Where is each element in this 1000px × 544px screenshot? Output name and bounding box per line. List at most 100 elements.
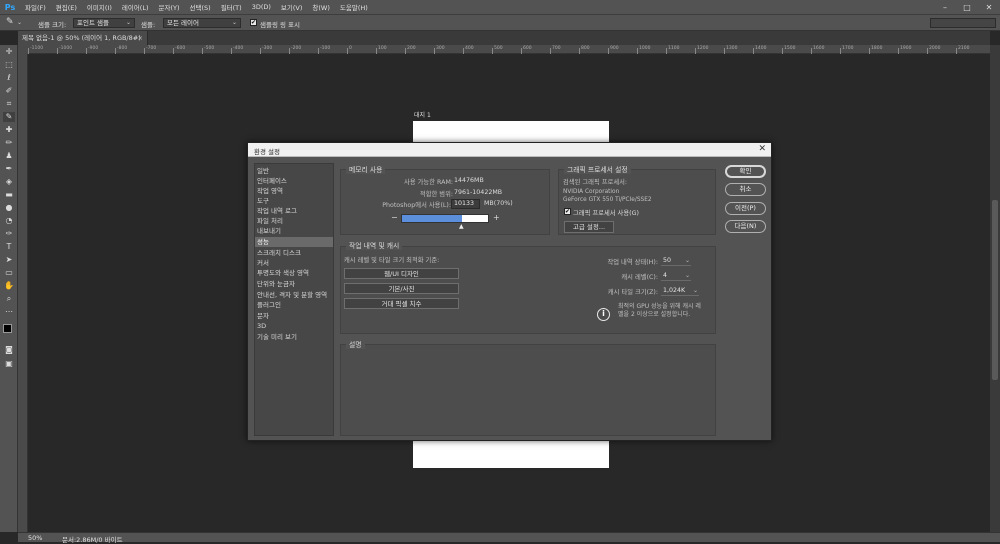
preferences-dialog: 환경 설정 ✕ 일반 인터페이스 작업 영역 도구 작업 내역 로그 파일 처리… [247,142,772,441]
eyedropper-tool-icon[interactable]: ✎ [3,112,15,122]
screen-mode-icon[interactable]: ▣ [3,359,15,369]
show-ring-checkbox[interactable]: ✔ [250,19,257,26]
menu-type[interactable]: 문자(Y) [154,2,185,12]
document-tab-title: 제목 없음-1 @ 50% (레이어 1, RGB/8#) [22,34,141,42]
menu-window[interactable]: 창(W) [307,2,334,12]
menu-edit[interactable]: 편집(E) [51,2,82,12]
advanced-settings-button[interactable]: 고급 설정... [564,221,614,233]
cancel-button[interactable]: 취소 [725,183,766,196]
nav-item-interface[interactable]: 인터페이스 [255,176,333,186]
ruler-tick-label: 800 [581,46,590,51]
next-button[interactable]: 다음(N) [725,220,766,233]
nav-item-history-log[interactable]: 작업 내역 로그 [255,206,333,216]
web-ui-design-button[interactable]: 웹/UI 디자인 [344,268,459,279]
restore-button[interactable]: □ [957,0,977,14]
brush-tool-icon[interactable]: ✏ [3,138,15,148]
blur-tool-icon[interactable]: ● [3,203,15,213]
increase-ram-icon[interactable]: + [493,213,500,222]
lasso-tool-icon[interactable]: ℓ [3,73,15,83]
menu-help[interactable]: 도움말(H) [335,2,373,12]
default-photos-button[interactable]: 기본/사진 [344,283,459,294]
zoom-level[interactable]: 50% [28,534,42,542]
ok-button[interactable]: 확인 [725,165,766,178]
marquee-tool-icon[interactable]: ⬚ [3,60,15,70]
nav-item-performance[interactable]: 성능 [255,237,333,247]
sample-size-select[interactable]: 포인트 샘플 ⌄ [73,18,135,28]
dialog-title-bar[interactable]: 환경 설정 ✕ [248,143,771,157]
huge-pixel-dimensions-button[interactable]: 거대 픽셀 치수 [344,298,459,309]
ruler-tick-label: -200 [291,46,302,51]
gradient-tool-icon[interactable]: ▬ [3,190,15,200]
ram-slider-fill [402,215,462,222]
tool-preset-arrow-icon[interactable]: ⌄ [17,19,22,26]
dialog-close-icon[interactable]: ✕ [758,144,766,154]
menu-layer[interactable]: 레이어(L) [117,2,154,12]
vertical-ruler[interactable] [18,54,28,532]
nav-item-workspace[interactable]: 작업 영역 [255,186,333,196]
nav-item-scratch-disks[interactable]: 스크래치 디스크 [255,248,333,258]
menu-image[interactable]: 이미지(I) [82,2,117,12]
ruler-tick-label: -300 [262,46,273,51]
clone-stamp-tool-icon[interactable]: ♟ [3,151,15,161]
nav-item-cursors[interactable]: 커서 [255,258,333,268]
minimize-button[interactable]: – [935,0,955,14]
photoshop-ram-input[interactable]: 10133 [451,199,480,209]
healing-brush-tool-icon[interactable]: ✚ [3,125,15,135]
nav-item-plugins[interactable]: 플러그인 [255,300,333,310]
info-icon: i [597,308,610,321]
scrollbar-thumb[interactable] [992,200,998,380]
crop-tool-icon[interactable]: ⌗ [3,99,15,109]
move-tool-icon[interactable]: ✛ [3,47,15,57]
eraser-tool-icon[interactable]: ◈ [3,177,15,187]
workspace-search-field[interactable] [930,18,996,28]
decrease-ram-icon[interactable]: − [391,213,398,222]
nav-item-guides-grid[interactable]: 안내선, 격자 및 분할 영역 [255,290,333,300]
cache-tile-size-select[interactable]: 1,024K ⌄ [661,286,699,296]
close-tab-icon[interactable]: × [138,31,143,45]
horizontal-ruler[interactable]: -1100 -1000 -900 -800 -700 -600 -500 -400 -300 -2… [28,45,990,54]
document-tab[interactable]: 제목 없음-1 @ 50% (레이어 1, RGB/8#) × [18,31,148,45]
dialog-title: 환경 설정 [254,148,280,156]
status-bar: 50% 문서:2.86M/0 바이트 [18,532,1000,544]
quick-mask-icon[interactable]: ◙ [3,345,15,355]
menu-filter[interactable]: 필터(T) [216,2,247,12]
zoom-tool-icon[interactable]: ⌕ [3,294,15,304]
quick-select-tool-icon[interactable]: ✐ [3,86,15,96]
ram-slider-thumb[interactable]: ▲ [459,223,464,230]
nav-item-units-rulers[interactable]: 단위와 눈금자 [255,279,333,289]
ram-slider-track[interactable] [401,214,489,223]
rectangle-tool-icon[interactable]: ▭ [3,268,15,278]
history-states-select[interactable]: 50 ⌄ [661,256,691,266]
nav-item-3d[interactable]: 3D [255,321,333,331]
use-gpu-checkbox[interactable]: ✔ [564,208,571,215]
history-brush-tool-icon[interactable]: ✒ [3,164,15,174]
nav-item-tools[interactable]: 도구 [255,196,333,206]
ruler-tick-label: 1900 [900,46,912,51]
prev-button[interactable]: 이전(P) [725,202,766,215]
nav-item-file-handling[interactable]: 파일 처리 [255,216,333,226]
foreground-color-swatch[interactable] [3,324,12,333]
hand-tool-icon[interactable]: ✋ [3,281,15,291]
ruler-tick-label: 200 [407,46,416,51]
nav-item-general[interactable]: 일반 [255,166,333,176]
menu-select[interactable]: 선택(S) [185,2,216,12]
menu-view[interactable]: 보기(V) [276,2,307,12]
artboard-label[interactable]: 대지 1 [414,110,431,119]
path-select-tool-icon[interactable]: ➤ [3,255,15,265]
nav-item-type[interactable]: 문자 [255,311,333,321]
close-window-button[interactable]: ✕ [979,0,999,14]
eyedropper-icon[interactable]: ✎ [6,17,14,27]
menu-file[interactable]: 파일(F) [20,2,51,12]
type-tool-icon[interactable]: T [3,242,15,252]
nav-item-transparency-gamut[interactable]: 투명도와 색상 영역 [255,268,333,278]
nav-item-technology-previews[interactable]: 기술 미리 보기 [255,332,333,342]
menu-3d[interactable]: 3D(D) [247,3,276,11]
dodge-tool-icon[interactable]: ◔ [3,216,15,226]
ruler-tick-label: 2100 [958,46,970,51]
history-cache-label: 작업 내역 및 캐시 [346,240,403,250]
nav-item-export[interactable]: 내보내기 [255,226,333,236]
cache-levels-select[interactable]: 4 ⌄ [661,271,691,281]
pen-tool-icon[interactable]: ✑ [3,229,15,239]
sample-select[interactable]: 모든 레이어 ⌄ [163,18,241,28]
more-tools-icon[interactable]: ⋯ [3,307,15,317]
